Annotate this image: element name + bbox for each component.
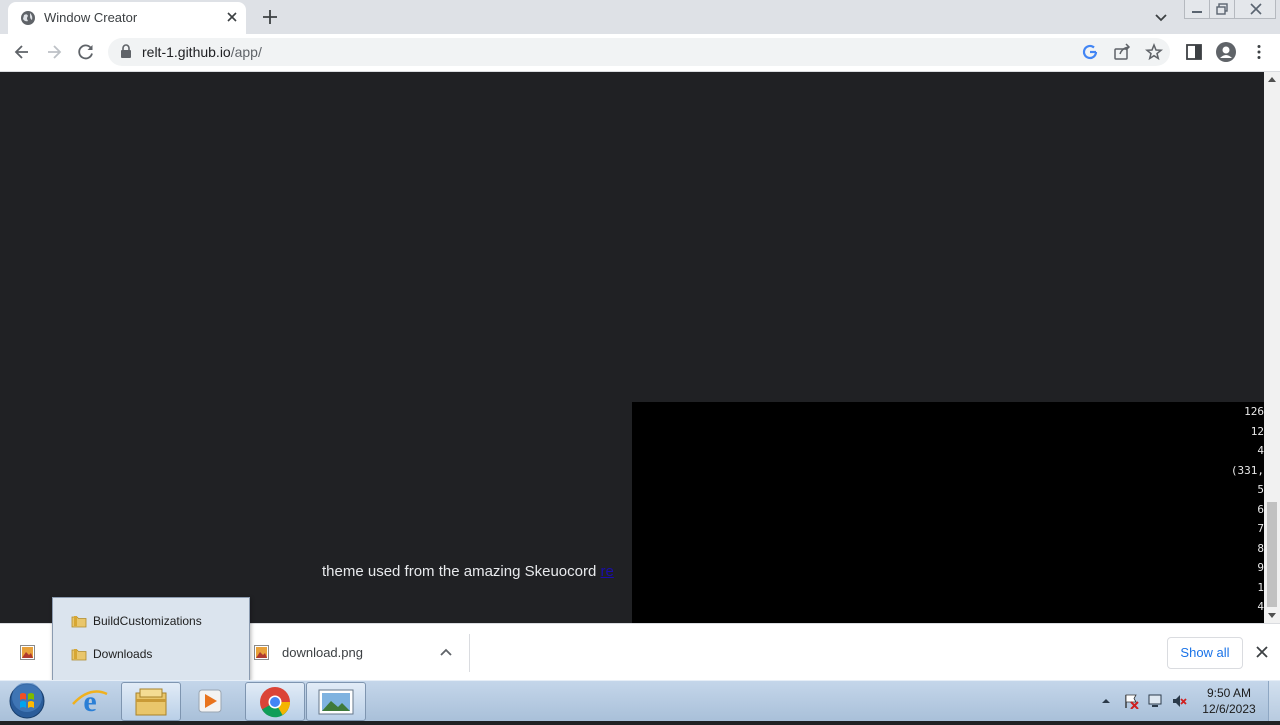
- share-icon[interactable]: [1113, 43, 1131, 61]
- close-icon: [1250, 3, 1262, 15]
- file-explorer-icon: [135, 688, 167, 716]
- side-panel-icon[interactable]: [1185, 43, 1203, 61]
- divider: [469, 634, 470, 672]
- jump-list-item-label: BuildCustomizations: [93, 614, 202, 628]
- back-icon[interactable]: [12, 42, 32, 62]
- console-line: 9: [1257, 561, 1264, 574]
- system-clock[interactable]: 9:50 AM 12/6/2023: [1196, 685, 1262, 717]
- console-line: 12: [1250, 425, 1264, 438]
- page-scrollbar[interactable]: [1264, 72, 1280, 623]
- console-line: (331,: [1230, 464, 1264, 477]
- chevron-down-icon[interactable]: [1152, 8, 1170, 26]
- volume-muted-icon[interactable]: [1171, 693, 1187, 709]
- credit-link[interactable]: re: [600, 563, 613, 580]
- page-content: 126 12 4 (331, 5 6 7 8 9 1 4 theme used …: [0, 72, 1264, 623]
- taskbar-jump-list: BuildCustomizations Downloads: [52, 597, 250, 681]
- bookmark-star-icon[interactable]: [1145, 43, 1163, 61]
- show-desktop-button[interactable]: [1268, 681, 1280, 721]
- restore-button[interactable]: [1209, 0, 1235, 19]
- folder-icon: [71, 649, 87, 661]
- taskbar-media-player[interactable]: [181, 682, 239, 719]
- menu-dots-icon[interactable]: [1250, 43, 1268, 61]
- scrollbar-thumb[interactable]: [1267, 502, 1277, 607]
- start-button-icon[interactable]: [8, 683, 46, 719]
- clock-time: 9:50 AM: [1206, 686, 1252, 700]
- minimize-button[interactable]: [1184, 0, 1210, 19]
- reload-icon[interactable]: [76, 42, 96, 62]
- tab-strip: Window Creator: [0, 0, 1280, 34]
- restore-icon: [1216, 3, 1228, 15]
- credit-text: theme used from the amazing Skeuocord: [322, 563, 601, 580]
- minimize-icon: [1192, 11, 1202, 13]
- console-line: 1: [1257, 581, 1264, 594]
- new-tab-icon[interactable]: [260, 7, 280, 27]
- tab-window-creator[interactable]: Window Creator: [8, 2, 246, 34]
- console-line: 6: [1257, 503, 1264, 516]
- taskbar-internet-explorer[interactable]: e: [61, 682, 119, 719]
- image-file-icon[interactable]: [254, 645, 269, 660]
- lock-icon[interactable]: [120, 44, 132, 59]
- globe-icon: [21, 11, 35, 25]
- google-translate-icon[interactable]: [1081, 43, 1099, 61]
- taskbar-chrome[interactable]: [245, 682, 305, 721]
- taskbar: e 9:50 AM 12/6/2023: [0, 680, 1280, 721]
- image-viewer-icon: [318, 689, 354, 715]
- media-player-icon: [198, 689, 222, 713]
- url-host: relt-1.github.io: [142, 44, 231, 60]
- console-line: 7: [1257, 522, 1264, 535]
- taskbar-file-explorer[interactable]: [121, 682, 181, 721]
- console-line: 5: [1257, 483, 1264, 496]
- jump-list-item-label: Downloads: [93, 647, 153, 661]
- show-hidden-icons-icon[interactable]: [1100, 693, 1112, 709]
- download-file-name[interactable]: download.png: [282, 645, 363, 660]
- console-output: 126 12 4 (331, 5 6 7 8 9 1 4: [632, 402, 1264, 623]
- image-file-icon[interactable]: [20, 645, 35, 660]
- console-line: 4: [1257, 444, 1264, 457]
- profile-avatar-icon[interactable]: [1216, 42, 1236, 62]
- show-all-button[interactable]: Show all: [1167, 637, 1243, 669]
- close-icon[interactable]: [1255, 645, 1269, 659]
- console-line: 126: [1244, 405, 1264, 418]
- console-line: 8: [1257, 542, 1264, 555]
- action-center-flag-icon[interactable]: [1123, 693, 1139, 709]
- address-bar[interactable]: relt-1.github.io/app/: [108, 38, 1170, 66]
- theme-credit-text: theme used from the amazing Skeuocord re: [322, 563, 614, 580]
- url-path: /app/: [230, 44, 262, 60]
- close-window-button[interactable]: [1234, 0, 1276, 19]
- browser-toolbar: relt-1.github.io/app/: [0, 34, 1280, 72]
- chevron-up-icon[interactable]: [440, 647, 452, 657]
- tab-title: Window Creator: [44, 10, 138, 25]
- scroll-down-arrow-icon[interactable]: [1268, 611, 1276, 619]
- svg-text:e: e: [83, 685, 96, 718]
- close-tab-icon[interactable]: [224, 9, 240, 25]
- scroll-up-arrow-icon[interactable]: [1268, 76, 1276, 84]
- internet-explorer-icon: e: [72, 685, 108, 718]
- console-line: 4: [1257, 600, 1264, 613]
- url-text: relt-1.github.io/app/: [142, 44, 262, 60]
- taskbar-image-viewer[interactable]: [306, 682, 366, 721]
- chrome-icon: [260, 687, 290, 718]
- forward-icon[interactable]: [44, 42, 64, 62]
- folder-icon: [71, 616, 87, 628]
- network-icon[interactable]: [1147, 693, 1163, 709]
- clock-date: 12/6/2023: [1202, 702, 1256, 716]
